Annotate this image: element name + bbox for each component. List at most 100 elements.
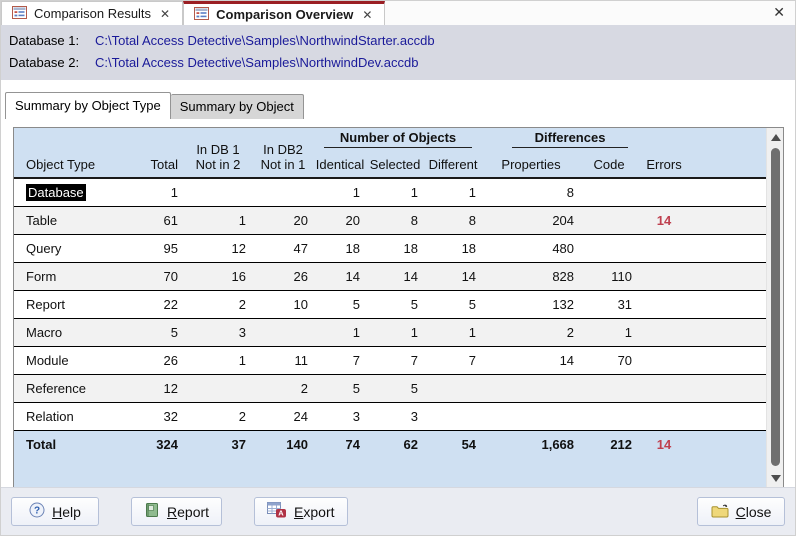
window-close-icon[interactable]: ✕ (769, 4, 789, 21)
vertical-scrollbar[interactable] (766, 128, 783, 488)
errors-cell (638, 345, 691, 374)
scroll-down-arrow-icon[interactable] (771, 475, 782, 482)
report-button[interactable]: Report (131, 497, 223, 526)
value-cell (252, 177, 314, 206)
value-cell: 14 (424, 261, 483, 290)
value-cell: 20 (252, 205, 314, 234)
tab-close-icon[interactable]: ✕ (158, 7, 172, 21)
database2-line: Database 2: C:\Total Access Detective\Sa… (9, 52, 795, 74)
tab-comparison-results[interactable]: Comparison Results ✕ (1, 1, 184, 25)
value-cell: 16 (184, 261, 252, 290)
value-cell: 3 (314, 401, 366, 430)
object-type-cell: Relation (14, 401, 132, 430)
value-cell (482, 373, 581, 402)
value-cell: 3 (184, 317, 252, 346)
value-cell (424, 401, 483, 430)
errors-cell (638, 177, 691, 206)
help-button[interactable]: ? Help (11, 497, 99, 526)
database2-path: C:\Total Access Detective\Samples\Northw… (95, 55, 419, 70)
close-folder-icon (711, 503, 729, 521)
value-cell: 32 (132, 401, 184, 430)
value-cell: 74 (314, 429, 366, 488)
selected-text: Database (26, 183, 86, 201)
value-cell: 7 (424, 345, 483, 374)
scrollbar-thumb[interactable] (771, 148, 781, 466)
value-cell: 26 (252, 261, 314, 290)
value-cell: 54 (424, 429, 483, 488)
value-cell: 324 (132, 429, 184, 488)
col-object-type: Object Type (26, 157, 96, 172)
value-cell: 14 (314, 261, 366, 290)
value-cell: 7 (314, 345, 366, 374)
table-row[interactable]: Total 324 37 140 74 62 54 1,668 212 14 (14, 429, 767, 488)
value-cell (580, 205, 639, 234)
table-row[interactable]: Database 1 1 1 1 8 (14, 177, 767, 206)
tab-summary-by-object[interactable]: Summary by Object (170, 94, 304, 119)
value-cell: 8 (424, 205, 483, 234)
value-cell: 95 (132, 233, 184, 262)
tab-comparison-overview[interactable]: Comparison Overview ✕ (183, 1, 386, 25)
filler-cell (690, 233, 767, 262)
value-cell: 37 (184, 429, 252, 488)
value-cell (184, 177, 252, 206)
tab-label: Comparison Results (34, 6, 152, 21)
value-cell: 14 (482, 345, 581, 374)
table-row[interactable]: Form 70 16 26 14 14 14 828 110 (14, 261, 767, 290)
object-type-cell: Macro (14, 317, 132, 346)
group-differences: Differences (482, 128, 638, 150)
scroll-up-arrow-icon[interactable] (771, 134, 782, 141)
value-cell: 12 (184, 233, 252, 262)
value-cell: 1 (314, 177, 366, 206)
document-tab-bar: Comparison Results ✕ Comparison Overview… (1, 1, 795, 25)
comparison-overview-window: Comparison Results ✕ Comparison Overview… (0, 0, 796, 536)
value-cell: 1 (366, 177, 424, 206)
value-cell (424, 373, 483, 402)
value-cell: 828 (482, 261, 581, 290)
value-cell: 1,668 (482, 429, 581, 488)
value-cell: 7 (366, 345, 424, 374)
database1-label: Database 1: (9, 33, 80, 48)
object-type-cell: Module (14, 345, 132, 374)
value-cell: 1 (424, 317, 483, 346)
filler-cell (690, 345, 767, 374)
close-button[interactable]: Close (697, 497, 785, 526)
filler-cell (690, 401, 767, 430)
value-cell: 480 (482, 233, 581, 262)
value-cell: 10 (252, 289, 314, 318)
tab-close-icon[interactable]: ✕ (360, 8, 374, 22)
object-type-cell: Report (14, 289, 132, 318)
errors-cell (638, 261, 691, 290)
database1-path: C:\Total Access Detective\Samples\Northw… (95, 33, 435, 48)
table-header: Object Type Total In DB 1 Not in 2 In DB… (14, 128, 767, 178)
tab-summary-by-object-type[interactable]: Summary by Object Type (5, 92, 171, 119)
errors-cell: 14 (638, 205, 691, 234)
value-cell: 14 (366, 261, 424, 290)
col-errors: Errors (646, 157, 682, 172)
table-row[interactable]: Report 22 2 10 5 5 5 132 31 (14, 289, 767, 318)
object-type-cell: Total (14, 429, 132, 488)
table-row[interactable]: Query 95 12 47 18 18 18 480 (14, 233, 767, 262)
value-cell: 5 (366, 289, 424, 318)
filler-cell (690, 317, 767, 346)
value-cell (580, 177, 639, 206)
value-cell: 18 (366, 233, 424, 262)
value-cell: 5 (132, 317, 184, 346)
value-cell: 8 (366, 205, 424, 234)
value-cell: 5 (424, 289, 483, 318)
table-row[interactable]: Module 26 1 11 7 7 7 14 70 (14, 345, 767, 374)
errors-cell (638, 317, 691, 346)
table-row[interactable]: Macro 5 3 1 1 1 2 1 (14, 317, 767, 346)
col-code: Code (593, 157, 625, 172)
table-row[interactable]: Relation 32 2 24 3 3 (14, 401, 767, 430)
database-info-band: Database 1: C:\Total Access Detective\Sa… (1, 25, 795, 80)
report-icon (144, 502, 160, 521)
errors-cell (638, 233, 691, 262)
form-icon (12, 5, 27, 22)
value-cell: 5 (314, 289, 366, 318)
value-cell: 1 (424, 177, 483, 206)
table-row[interactable]: Reference 12 2 5 5 (14, 373, 767, 402)
export-button[interactable]: A Export (254, 497, 348, 526)
table-row[interactable]: Table 61 1 20 20 8 8 204 14 (14, 205, 767, 234)
value-cell (482, 401, 581, 430)
value-cell: 3 (366, 401, 424, 430)
